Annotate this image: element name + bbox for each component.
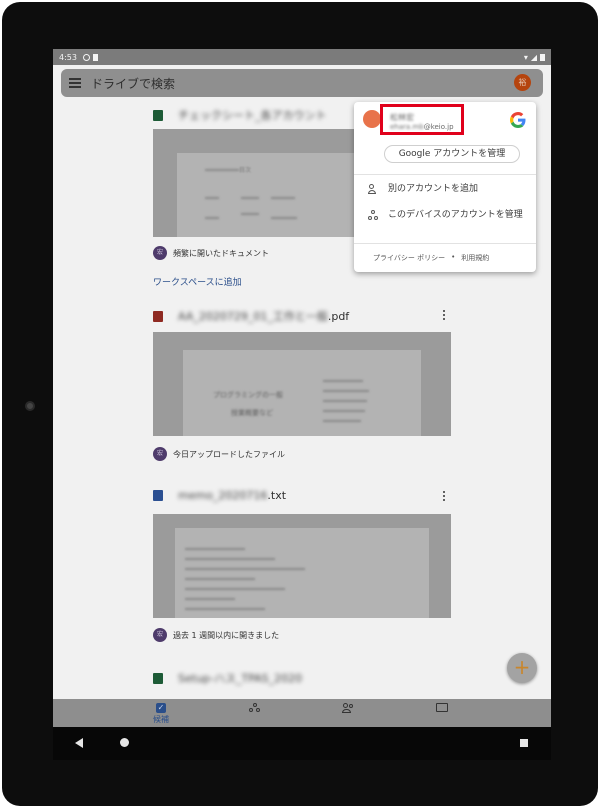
search-placeholder[interactable]: ドライブで検索	[91, 75, 175, 92]
storage-icon	[92, 53, 98, 61]
add-account-label[interactable]: 別のアカウントを追加	[388, 183, 530, 196]
more-options-icon[interactable]	[443, 491, 446, 501]
status-time: 4:53	[59, 52, 77, 62]
account-avatar	[363, 110, 381, 128]
file-name[interactable]: memo_2020716	[178, 489, 267, 502]
file-name[interactable]: AA_2020729_01_工作と一般	[178, 308, 328, 324]
file-title-row[interactable]: チェックシート_各アカウント	[153, 107, 327, 123]
file-reason: 宏 今日アップロードしたファイル	[153, 447, 285, 461]
reason-text: 過去 1 週間以内に開きました	[173, 630, 280, 640]
shared-drives-icon	[249, 703, 261, 713]
tablet-bezel: 4:53 ▾ ◢ ドライブで検索 裕 チェックシート_各アカウント 目次 宏 頻…	[2, 2, 598, 806]
new-item-fab[interactable]: +	[507, 653, 537, 683]
divider	[354, 174, 536, 175]
nav-shared-drives[interactable]	[235, 703, 275, 714]
add-to-workspace-link[interactable]: ワークスペースに追加	[153, 275, 242, 288]
nav-label: 候補	[153, 715, 169, 724]
file-title-row[interactable]: Setup-ハス_TPAS_2020	[153, 670, 302, 686]
device-screen: 4:53 ▾ ◢ ドライブで検索 裕 チェックシート_各アカウント 目次 宏 頻…	[53, 49, 551, 760]
file-extension: .txt	[267, 489, 287, 502]
nav-files[interactable]	[422, 703, 462, 713]
privacy-policy-link[interactable]: プライバシー ポリシー	[373, 253, 445, 263]
people-icon	[342, 703, 354, 713]
footer-separator: •	[451, 253, 456, 261]
thumb-label: 目次	[239, 167, 252, 174]
search-bar[interactable]: ドライブで検索 裕	[61, 69, 543, 97]
signal-icon: ◢	[530, 52, 537, 62]
manage-device-accounts-label[interactable]: このデバイスのアカウントを管理	[388, 209, 530, 222]
system-nav-bar	[53, 727, 551, 760]
status-icons: ▾ ◢	[524, 53, 545, 62]
thumb-line: プログラミングの一般	[213, 391, 283, 399]
file-title-row[interactable]: AA_2020729_01_工作と一般 .pdf	[153, 308, 349, 324]
thumb-line: 授業概要など	[231, 409, 273, 417]
file-thumbnail[interactable]	[153, 514, 451, 618]
nav-suggested[interactable]: ✓ 候補	[141, 703, 181, 725]
more-options-icon[interactable]	[443, 310, 446, 320]
manage-google-account-button[interactable]: Google アカウントを管理	[384, 145, 520, 163]
file-thumbnail[interactable]: プログラミングの一般 授業概要など	[153, 332, 451, 436]
folder-icon	[436, 703, 448, 712]
manage-accounts-icon	[368, 210, 378, 220]
highlight-box	[380, 104, 464, 135]
hamburger-menu-icon[interactable]	[69, 78, 81, 88]
check-icon: ✓	[156, 703, 166, 713]
terms-link[interactable]: 利用規約	[461, 253, 489, 263]
divider	[354, 243, 536, 244]
battery-icon	[540, 53, 545, 61]
status-bar: 4:53 ▾ ◢	[53, 49, 551, 65]
sync-icon	[82, 53, 90, 61]
account-avatar-button[interactable]: 裕	[514, 74, 531, 91]
user-badge: 宏	[153, 447, 167, 461]
account-popup: 松林宏 ehara.mb@keio.jp Google アカウントを管理 別のア…	[354, 102, 536, 272]
file-name[interactable]: チェックシート_各アカウント	[178, 107, 327, 123]
file-reason: 宏 頻繁に開いたドキュメント	[153, 246, 269, 260]
manage-device-accounts-item[interactable]: このデバイスのアカウントを管理	[368, 209, 530, 222]
google-logo-icon	[510, 112, 526, 128]
spreadsheet-icon	[153, 109, 163, 121]
spreadsheet-icon	[153, 672, 163, 684]
popup-footer: プライバシー ポリシー • 利用規約	[373, 253, 489, 263]
add-account-item[interactable]: 別のアカウントを追加	[368, 183, 530, 196]
home-icon[interactable]	[120, 738, 129, 747]
wifi-icon: ▾	[523, 52, 528, 62]
nav-shared[interactable]	[328, 703, 368, 714]
text-file-icon	[153, 490, 163, 501]
front-camera	[25, 401, 35, 411]
reason-text: 今日アップロードしたファイル	[173, 449, 285, 459]
recents-icon[interactable]	[520, 739, 528, 747]
pdf-icon	[153, 310, 163, 322]
file-title-row[interactable]: memo_2020716 .txt	[153, 489, 286, 502]
user-badge: 宏	[153, 246, 167, 260]
add-person-icon	[368, 184, 378, 194]
back-icon[interactable]	[75, 738, 83, 748]
bottom-nav: ✓ 候補	[53, 699, 551, 727]
file-extension: .pdf	[327, 309, 350, 323]
file-name[interactable]: Setup-ハス_TPAS_2020	[178, 670, 302, 686]
file-reason: 宏 過去 1 週間以内に開きました	[153, 628, 279, 642]
reason-text: 頻繁に開いたドキュメント	[173, 248, 269, 258]
user-badge: 宏	[153, 628, 167, 642]
